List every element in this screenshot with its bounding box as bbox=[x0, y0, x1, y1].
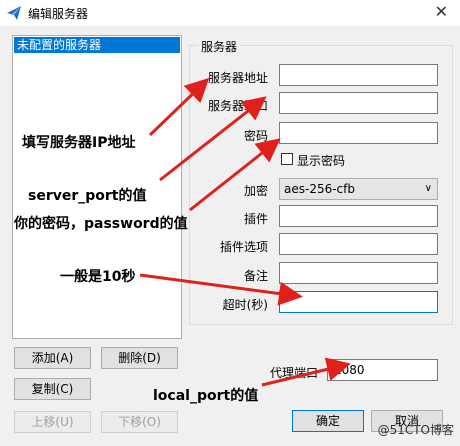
watermark: @51CTO博客 bbox=[377, 423, 454, 437]
annotation-ip: 填写服务器IP地址 bbox=[22, 135, 136, 151]
arrow-timeout bbox=[139, 273, 303, 306]
arrow-ip bbox=[148, 77, 210, 137]
arrow-password bbox=[189, 138, 281, 212]
annotation-timeout: 一般是10秒 bbox=[60, 269, 136, 285]
arrow-local-port bbox=[261, 357, 351, 387]
annotation-local-port: local_port的值 bbox=[153, 388, 259, 404]
annotation-port: server_port的值 bbox=[28, 188, 147, 204]
annotation-password: 你的密码，password的值 bbox=[14, 216, 188, 232]
